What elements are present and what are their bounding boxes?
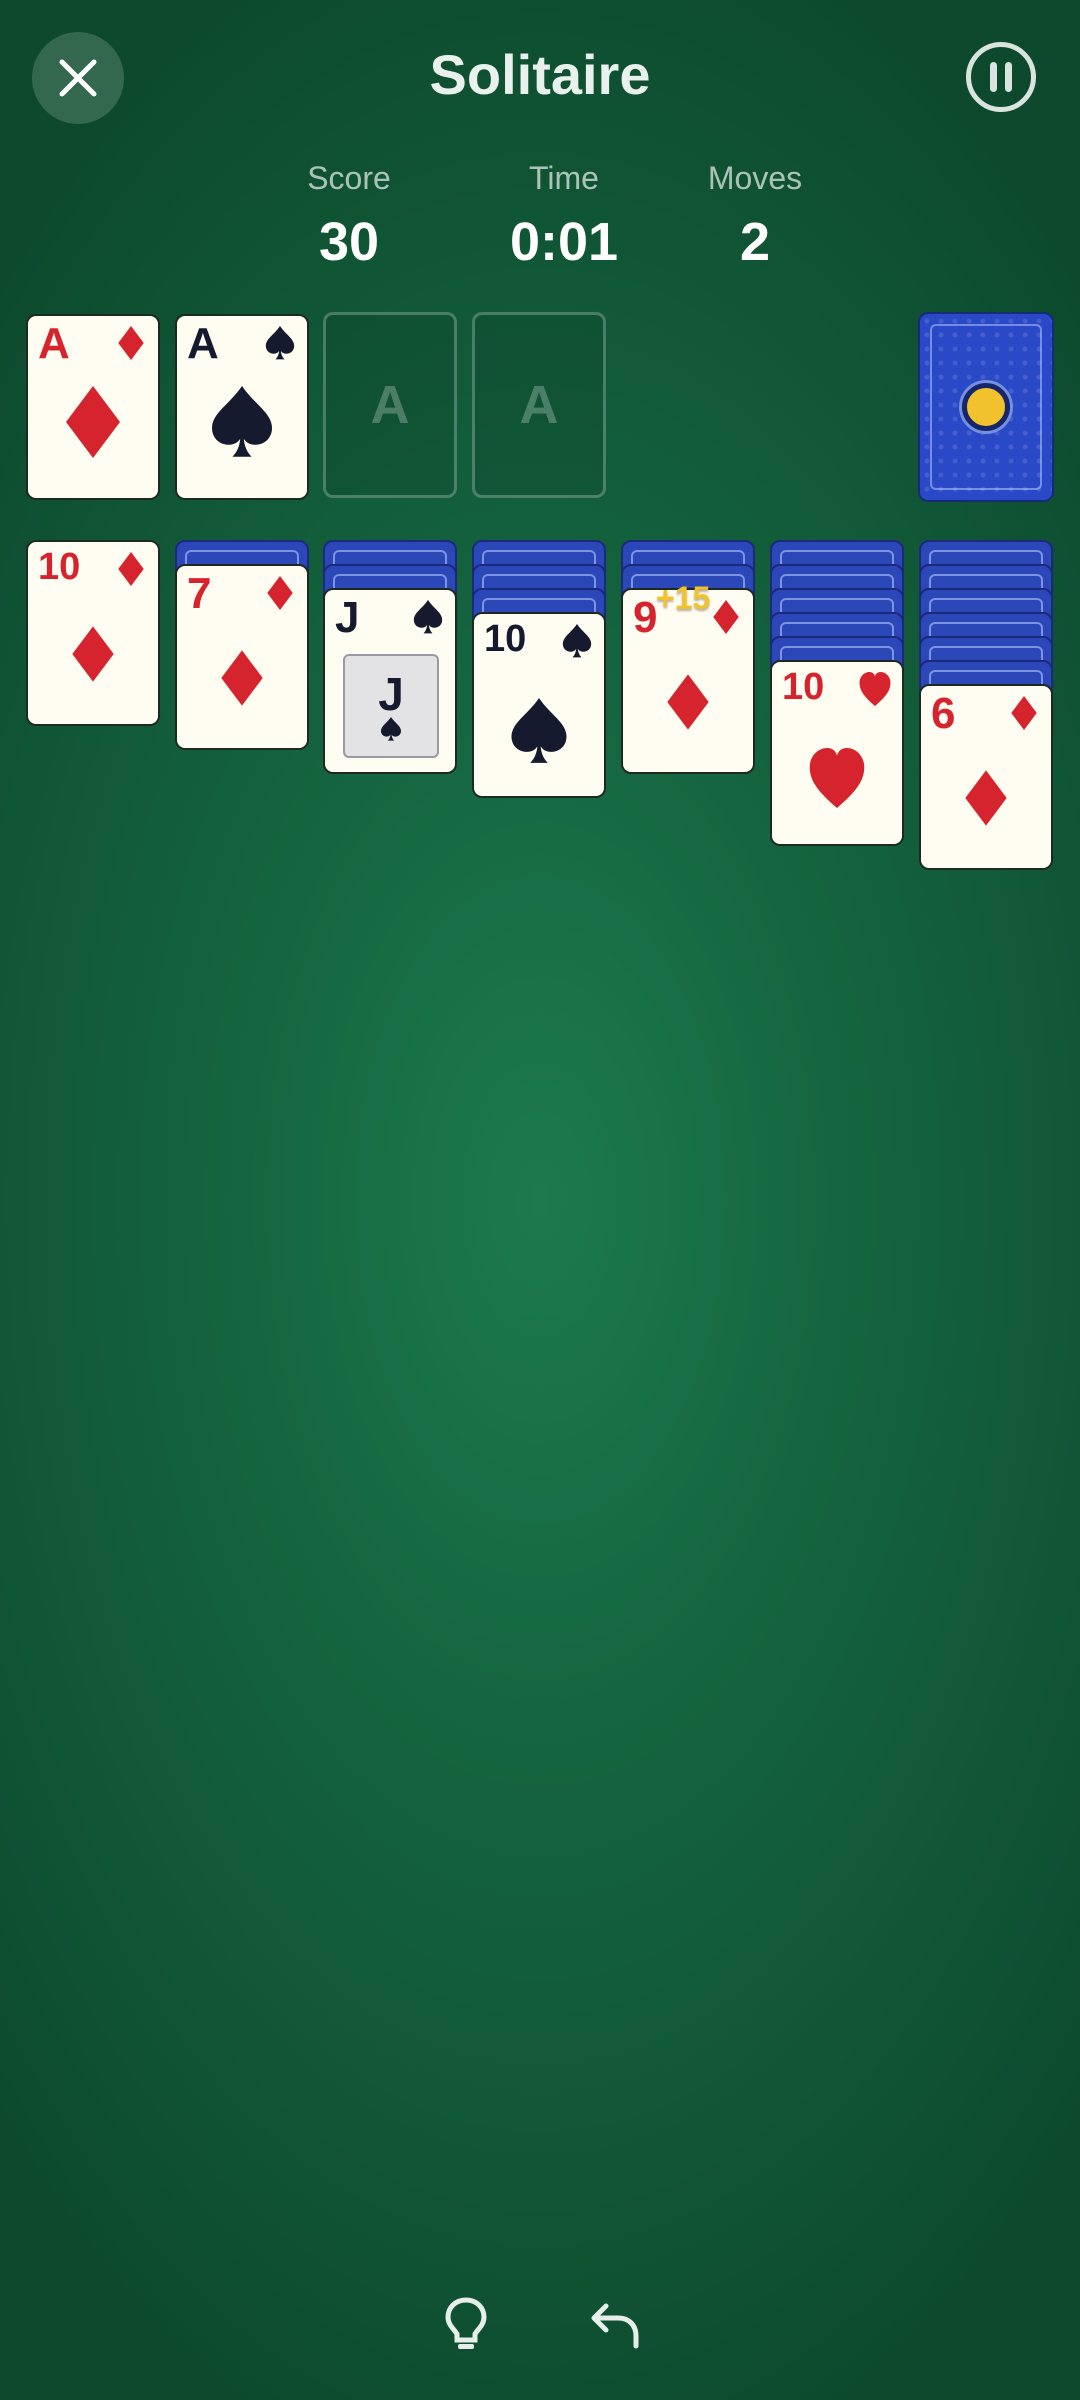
foundation-3-empty-slot[interactable]: A: [323, 312, 457, 498]
foundation-2-ace-of-spades[interactable]: A: [175, 314, 309, 500]
diamond-icon: [1011, 696, 1037, 730]
hint-button[interactable]: [431, 2290, 501, 2360]
spade-icon: [413, 600, 443, 634]
card-rank: 10: [782, 666, 825, 708]
moves-stat: Moves 2: [655, 160, 855, 273]
spade-icon: [381, 717, 401, 741]
tableau-1-ten-of-diamonds[interactable]: 10: [26, 540, 160, 726]
diamond-icon: [66, 386, 120, 458]
tableau-7-six-of-diamonds[interactable]: 6: [919, 684, 1053, 870]
card-back-emblem-icon: [962, 383, 1010, 431]
diamond-icon: [965, 770, 1007, 826]
moves-label: Moves: [707, 160, 803, 196]
pause-button[interactable]: [966, 42, 1036, 112]
face-card-art: J: [343, 654, 439, 758]
face-card-letter: J: [378, 668, 404, 720]
time-label: Time: [529, 160, 599, 196]
time-value: 0:01: [509, 212, 619, 272]
undo-icon: [591, 2303, 639, 2349]
lightbulb-icon: [445, 2297, 487, 2349]
diamond-icon: [118, 552, 144, 586]
page-title: Solitaire: [429, 43, 651, 106]
moves-value: 2: [739, 212, 771, 272]
spade-icon: [212, 386, 272, 457]
score-label: Score: [307, 160, 391, 196]
card-rank: 10: [38, 546, 81, 588]
foundation-1-ace-of-diamonds[interactable]: A: [26, 314, 160, 500]
tableau-3-jack-of-spades[interactable]: J J: [323, 588, 457, 774]
diamond-icon: [221, 650, 263, 706]
stock-pile[interactable]: [918, 312, 1054, 502]
tableau-2-seven-of-diamonds[interactable]: 7: [175, 564, 309, 750]
card-rank: J: [335, 593, 360, 642]
tableau-4-ten-of-spades[interactable]: 10: [472, 612, 606, 798]
score-value: 30: [318, 212, 380, 272]
spade-icon: [562, 624, 592, 658]
diamond-icon: [667, 674, 709, 730]
time-stat: Time 0:01: [464, 160, 664, 273]
spade-icon: [511, 698, 567, 763]
heart-icon: [859, 672, 891, 706]
card-rank: 7: [187, 569, 212, 618]
diamond-icon: [267, 576, 293, 610]
card-rank: 9: [633, 593, 658, 642]
foundation-4-empty-slot[interactable]: A: [472, 312, 606, 498]
tableau-6-ten-of-hearts[interactable]: 10: [770, 660, 904, 846]
score-stat: Score 30: [249, 160, 449, 273]
card-rank: 6: [931, 689, 956, 738]
heart-icon: [809, 748, 865, 808]
card-rank: A: [38, 319, 70, 368]
card-rank: 10: [484, 618, 527, 660]
undo-button[interactable]: [580, 2290, 650, 2360]
spade-icon: [265, 326, 295, 360]
diamond-icon: [72, 626, 114, 682]
card-rank: A: [187, 319, 219, 368]
diamond-icon: [118, 326, 144, 360]
pause-icon: [990, 62, 1012, 92]
diamond-icon: [713, 600, 739, 634]
score-popup: +15: [656, 580, 711, 616]
